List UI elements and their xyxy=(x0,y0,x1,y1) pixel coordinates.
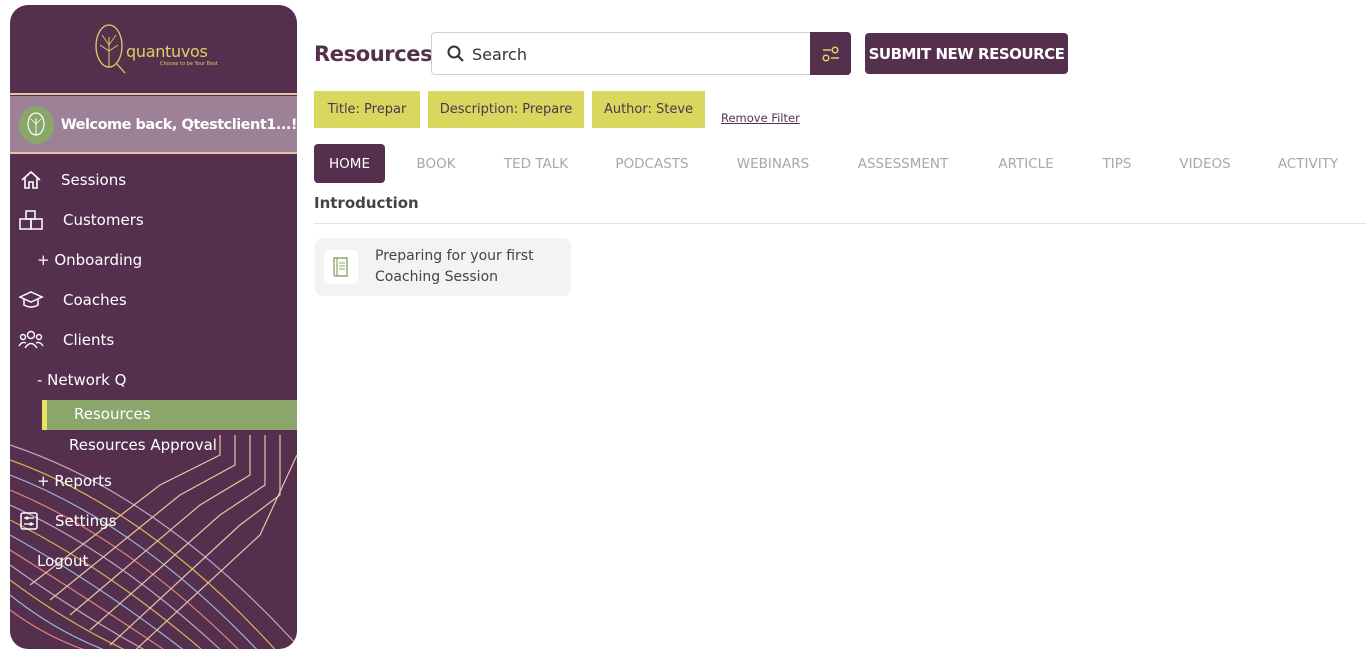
remove-filter-link[interactable]: Remove Filter xyxy=(721,111,800,125)
divider xyxy=(10,152,297,154)
sidebar-item-label: Sessions xyxy=(61,171,127,189)
sidebar-item-label: Customers xyxy=(63,211,144,229)
sidebar-item-onboarding[interactable]: + Onboarding xyxy=(10,243,297,277)
filter-chip-author[interactable]: Author: Steve xyxy=(592,91,705,128)
graduation-cap-icon xyxy=(18,288,44,312)
resource-card[interactable]: Preparing for your first Coaching Sessio… xyxy=(315,238,571,296)
tab-activity[interactable]: ACTIVITY xyxy=(1274,144,1342,183)
boxes-icon xyxy=(18,208,44,232)
tab-home[interactable]: HOME xyxy=(314,144,385,183)
sidebar-item-resources-approval[interactable]: Resources Approval xyxy=(10,428,297,462)
brand-logo[interactable]: quantuvos Choose to be Your Best xyxy=(10,5,297,95)
search-bar xyxy=(431,32,851,75)
sidebar-item-label: + Onboarding xyxy=(37,251,143,269)
tab-article[interactable]: ARTICLE xyxy=(992,144,1060,183)
sidebar-item-label: + Reports xyxy=(37,472,112,490)
sidebar-item-label: Settings xyxy=(55,512,117,530)
filter-sliders-icon xyxy=(821,45,839,62)
sidebar-item-label: Resources xyxy=(74,405,151,423)
sidebar-item-label: Coaches xyxy=(63,291,127,309)
sidebar-item-sessions[interactable]: Sessions xyxy=(10,163,297,197)
filter-button[interactable] xyxy=(810,32,851,75)
tab-book[interactable]: BOOK xyxy=(407,144,465,183)
page-title: Resources xyxy=(314,42,433,66)
sidebar-item-label: - Network Q xyxy=(37,371,127,389)
sidebar-item-reports[interactable]: + Reports xyxy=(10,464,297,498)
sidebar-item-resources[interactable]: Resources xyxy=(42,400,297,430)
sidebar-item-label: Logout xyxy=(37,552,89,570)
sidebar-item-clients[interactable]: Clients xyxy=(10,323,297,357)
resource-card-title: Preparing for your first Coaching Sessio… xyxy=(375,248,534,285)
tree-avatar-icon xyxy=(27,111,45,136)
search-input[interactable] xyxy=(472,41,802,67)
settings-sliders-icon xyxy=(16,509,42,533)
sidebar-item-settings[interactable]: Settings xyxy=(10,504,297,538)
section-divider xyxy=(314,223,1366,224)
submit-new-resource-button[interactable]: SUBMIT NEW RESOURCE xyxy=(865,33,1068,74)
sidebar-item-logout[interactable]: Logout xyxy=(10,544,297,578)
welcome-banner: Welcome back, Qtestclient1...! xyxy=(10,96,297,153)
sidebar-item-network-q[interactable]: - Network Q xyxy=(10,363,297,397)
tab-ted-talk[interactable]: TED TALK xyxy=(497,144,575,183)
tree-logo-icon xyxy=(95,24,126,74)
divider xyxy=(10,93,297,95)
sidebar-item-label: Resources Approval xyxy=(69,436,217,454)
tab-videos[interactable]: VIDEOS xyxy=(1174,144,1236,183)
brand-tagline: Choose to be Your Best xyxy=(160,61,218,67)
sidebar-item-customers[interactable]: Customers xyxy=(10,203,297,237)
home-icon xyxy=(18,168,44,192)
brand-name: quantuvos xyxy=(126,42,208,61)
avatar[interactable] xyxy=(19,105,54,144)
sidebar-item-coaches[interactable]: Coaches xyxy=(10,283,297,317)
tab-webinars[interactable]: WEBINARS xyxy=(732,144,814,183)
tab-tips[interactable]: TIPS xyxy=(1098,144,1136,183)
search-icon xyxy=(446,44,466,68)
filter-chip-title[interactable]: Title: Prepar xyxy=(314,91,420,128)
tab-podcasts[interactable]: PODCASTS xyxy=(610,144,694,183)
filter-chip-description[interactable]: Description: Prepare xyxy=(428,91,584,128)
tab-assessment[interactable]: ASSESSMENT xyxy=(852,144,954,183)
section-title: Introduction xyxy=(314,194,419,212)
users-icon xyxy=(18,328,44,352)
book-icon xyxy=(324,250,358,284)
sidebar-item-label: Clients xyxy=(63,331,115,349)
sidebar: quantuvos Choose to be Your Best Welcome… xyxy=(10,5,297,649)
welcome-text: Welcome back, Qtestclient1...! xyxy=(60,116,297,133)
